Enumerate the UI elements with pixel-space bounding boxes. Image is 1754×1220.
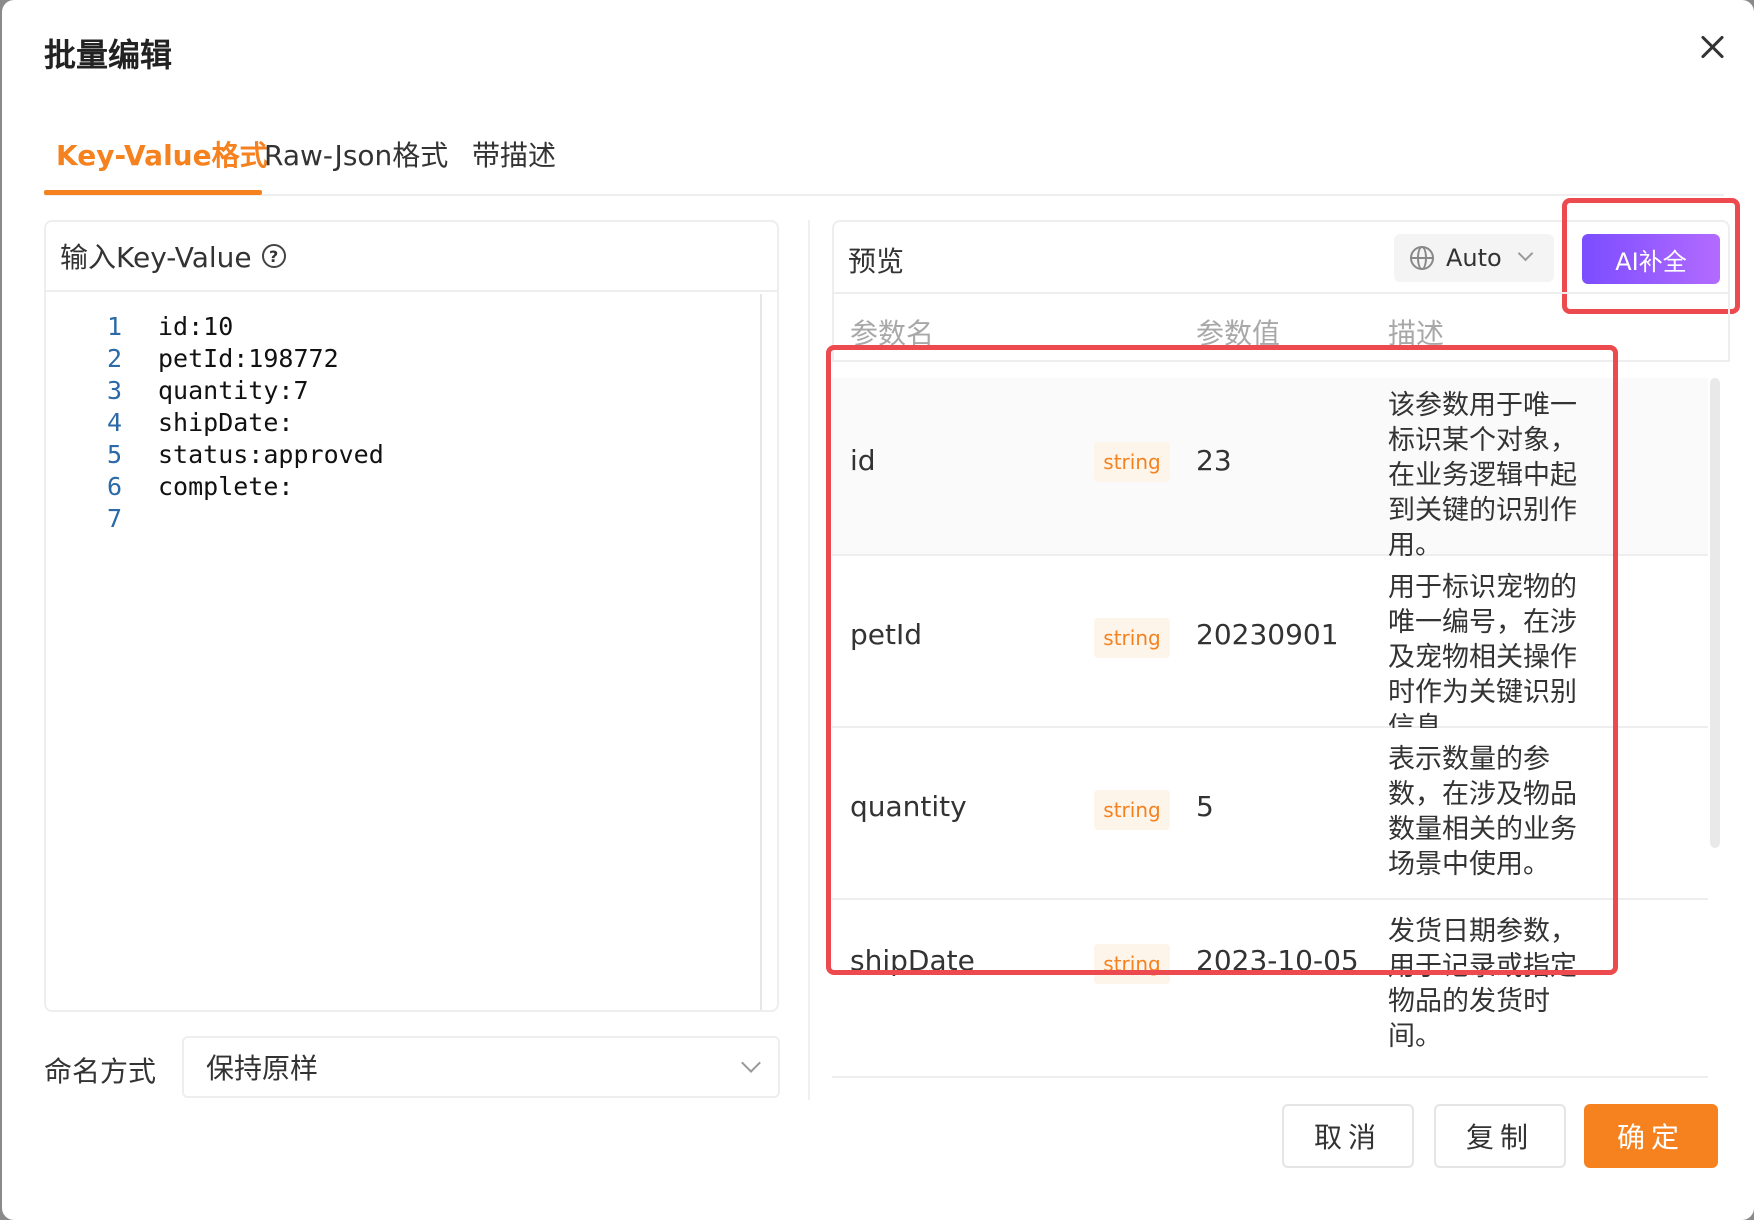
type-badge: string [1094, 944, 1170, 984]
type-badge: string [1094, 790, 1170, 830]
param-description: 该参数用于唯一标识某个对象，在业务逻辑中起到关键的识别作用。 [1388, 390, 1577, 561]
code-line: 1 id:10 [46, 308, 233, 344]
code-line: 5 status:approved [46, 436, 384, 472]
code-line: 4 shipDate: [46, 404, 294, 440]
preview-table-body: id string 23 该参数用于唯一标识某个对象，在业务逻辑中起到关键的识别… [832, 378, 1708, 1078]
tab-bar: Key-Value格式 Raw-Json格式 带描述 [44, 120, 1724, 196]
column-header-description: 描述 [1388, 317, 1445, 350]
line-text: complete: [158, 471, 294, 501]
line-number: 7 [106, 503, 122, 533]
column-header-value: 参数值 [1196, 317, 1281, 350]
confirm-button[interactable]: 确定 [1584, 1104, 1718, 1168]
line-number: 6 [106, 471, 122, 501]
input-panel: 输入Key-Value ? 1 id:10 2 petId:198772 3 q… [44, 220, 779, 1012]
type-badge: string [1094, 442, 1170, 482]
naming-label: 命名方式 [44, 1055, 157, 1088]
input-panel-title: 输入Key-Value [60, 241, 252, 274]
param-name: petId [850, 618, 923, 651]
language-select-value: Auto [1446, 244, 1502, 272]
param-value: 5 [1196, 790, 1214, 823]
globe-icon [1410, 246, 1434, 270]
line-text: shipDate: [158, 407, 294, 437]
chevron-down-icon [1517, 245, 1534, 262]
table-row[interactable]: quantity string 5 表示数量的参数，在涉及物品数量相关的业务场景… [832, 728, 1708, 900]
cancel-button[interactable]: 取消 [1282, 1104, 1414, 1168]
table-row[interactable]: petId string 20230901 用于标识宠物的唯一编号，在涉及宠物相… [832, 556, 1708, 743]
preview-panel: 预览 Auto AI补全 参数名 参数值 描述 id string 23 该参数… [826, 198, 1740, 1100]
active-tab-indicator [44, 190, 262, 195]
batch-edit-dialog: 批量编辑 Key-Value格式 Raw-Json格式 带描述 输入Key-Va… [2, 0, 1754, 1220]
line-text: quantity:7 [158, 375, 309, 405]
param-name: shipDate [850, 944, 975, 977]
type-badge: string [1094, 618, 1170, 658]
tab-key-value[interactable]: Key-Value格式 [56, 134, 268, 174]
param-description: 用于标识宠物的唯一编号，在涉及宠物相关操作时作为关键识别信息。 [1388, 572, 1577, 743]
preview-header: 预览 Auto AI补全 [832, 198, 1740, 314]
line-number: 2 [106, 343, 122, 373]
preview-table-header: 参数名 参数值 描述 [832, 292, 1730, 362]
ai-complete-button[interactable]: AI补全 [1582, 234, 1720, 284]
param-description: 表示数量的参数，在涉及物品数量相关的业务场景中使用。 [1388, 744, 1577, 880]
preview-title: 预览 [848, 245, 905, 278]
line-number: 3 [106, 375, 122, 405]
code-line: 2 petId:198772 [46, 340, 339, 376]
table-scrollbar[interactable] [1710, 378, 1720, 848]
column-header-name: 参数名 [850, 317, 935, 350]
param-value: 2023-10-05 [1196, 944, 1359, 977]
editor-scrollbar[interactable] [760, 294, 762, 1010]
copy-button[interactable]: 复制 [1434, 1104, 1566, 1168]
question-circle-icon[interactable]: ? [261, 244, 286, 268]
panel-divider [808, 220, 810, 1100]
code-line: 3 quantity:7 [46, 372, 309, 408]
line-number: 1 [106, 311, 122, 341]
line-number: 5 [106, 439, 122, 469]
code-line: 7 [46, 500, 158, 536]
param-description: 发货日期参数，用于记录或指定物品的发货时间。 [1388, 916, 1577, 1052]
param-name: quantity [850, 790, 967, 823]
chevron-down-icon [741, 1053, 761, 1073]
input-panel-header: 输入Key-Value ? [46, 222, 777, 292]
naming-select[interactable]: 保持原样 [182, 1036, 780, 1098]
line-number: 4 [106, 407, 122, 437]
close-icon[interactable] [1692, 28, 1732, 68]
language-select[interactable]: Auto [1394, 234, 1554, 282]
line-text: status:approved [158, 439, 384, 469]
line-text: petId:198772 [158, 343, 339, 373]
param-name: id [850, 444, 876, 477]
tab-raw-json[interactable]: Raw-Json格式 [264, 134, 448, 174]
line-text: id:10 [158, 311, 234, 341]
code-line: 6 complete: [46, 468, 294, 504]
table-row[interactable]: shipDate string 2023-10-05 发货日期参数，用于记录或指… [832, 900, 1708, 1078]
naming-select-value: 保持原样 [206, 1052, 319, 1085]
key-value-editor[interactable]: 1 id:10 2 petId:198772 3 quantity:7 4 sh… [46, 294, 761, 1010]
dialog-title: 批量编辑 [44, 36, 173, 74]
tab-with-description[interactable]: 带描述 [472, 134, 556, 174]
table-row[interactable]: id string 23 该参数用于唯一标识某个对象，在业务逻辑中起到关键的识别… [832, 378, 1708, 561]
param-value: 20230901 [1196, 618, 1339, 651]
param-value: 23 [1196, 444, 1232, 477]
